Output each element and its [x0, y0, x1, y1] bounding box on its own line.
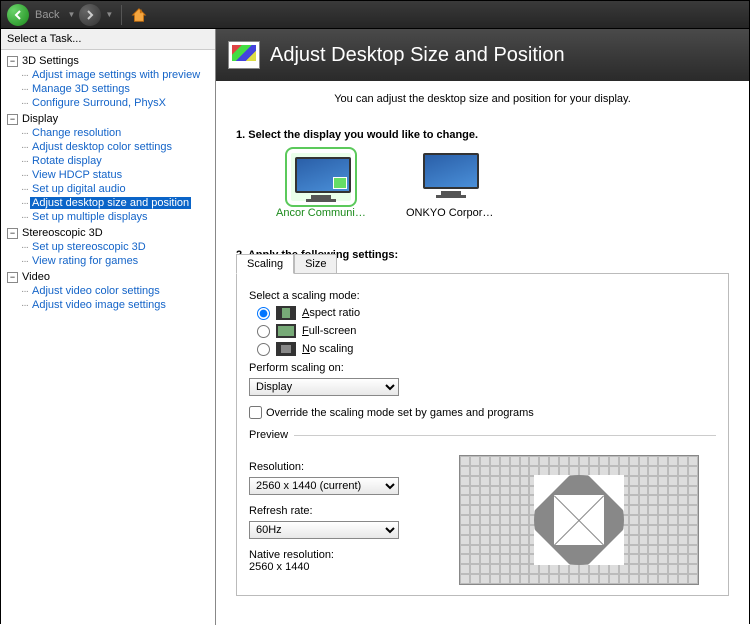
page-title-bar: Adjust Desktop Size and Position	[216, 29, 749, 81]
scaling-mode-radio[interactable]	[257, 307, 270, 320]
scaling-mode-icon	[276, 306, 296, 320]
tree-group-stereoscopic-3d[interactable]: −Stereoscopic 3D	[3, 226, 213, 240]
tree-item[interactable]: ···Set up multiple displays	[21, 210, 213, 224]
resolution-select[interactable]: 2560 x 1440 (current)	[249, 477, 399, 495]
tree-link[interactable]: Rotate display	[30, 155, 104, 167]
tree-link[interactable]: Adjust desktop color settings	[30, 141, 174, 153]
resolution-label: Resolution:	[249, 461, 429, 473]
scaling-mode-radio[interactable]	[257, 343, 270, 356]
tree-item[interactable]: ···Rotate display	[21, 154, 213, 168]
display-label: ONKYO Corporatio...	[406, 207, 496, 219]
scaling-mode-icon	[276, 342, 296, 356]
forward-dropdown-icon[interactable]: ▼	[105, 10, 113, 19]
scaling-mode-label: Aspect ratio	[302, 307, 360, 319]
scaling-mode-option[interactable]: Full-screen	[257, 324, 716, 338]
task-tree: −3D Settings···Adjust image settings wit…	[1, 50, 215, 318]
tree-item[interactable]: ···Adjust desktop color settings	[21, 140, 213, 154]
page-intro: You can adjust the desktop size and posi…	[236, 93, 729, 105]
back-button[interactable]	[7, 4, 29, 26]
tree-item[interactable]: ···Set up stereoscopic 3D	[21, 240, 213, 254]
collapse-icon[interactable]: −	[7, 56, 18, 67]
preview-pattern	[459, 455, 699, 585]
collapse-icon[interactable]: −	[7, 272, 18, 283]
perform-scaling-select[interactable]: Display	[249, 378, 399, 396]
tree-link[interactable]: Set up multiple displays	[30, 211, 150, 223]
task-sidebar: Select a Task... −3D Settings···Adjust i…	[1, 29, 216, 625]
step1-heading: 1. Select the display you would like to …	[236, 129, 729, 141]
override-checkbox[interactable]	[249, 406, 262, 419]
native-res-value: 2560 x 1440	[249, 561, 429, 573]
back-dropdown-icon[interactable]: ▼	[67, 10, 75, 19]
tree-item[interactable]: ···Configure Surround, PhysX	[21, 96, 213, 110]
refresh-select[interactable]: 60Hz	[249, 521, 399, 539]
scaling-mode-icon	[276, 324, 296, 338]
scaling-mode-radio[interactable]	[257, 325, 270, 338]
home-icon[interactable]	[130, 6, 148, 24]
tree-item[interactable]: ···Adjust desktop size and position	[21, 196, 213, 210]
tree-link[interactable]: Adjust image settings with preview	[30, 69, 202, 81]
sidebar-header: Select a Task...	[1, 29, 215, 50]
scaling-mode-option[interactable]: No scaling	[257, 342, 716, 356]
settings-panel: Scaling Size Select a scaling mode: Aspe…	[236, 273, 729, 596]
tree-group-display[interactable]: −Display	[3, 112, 213, 126]
collapse-icon[interactable]: −	[7, 228, 18, 239]
nav-toolbar: Back ▼ ▼	[1, 1, 749, 29]
tree-item[interactable]: ···Change resolution	[21, 126, 213, 140]
native-res-label: Native resolution:	[249, 549, 429, 561]
refresh-label: Refresh rate:	[249, 505, 429, 517]
tree-item[interactable]: ···Adjust image settings with preview	[21, 68, 213, 82]
display-item[interactable]: ONKYO Corporatio...	[406, 153, 496, 219]
tree-link[interactable]: Set up digital audio	[30, 183, 128, 195]
page-title-icon	[228, 41, 260, 69]
tree-link[interactable]: Adjust video color settings	[30, 285, 162, 297]
scaling-mode-label: Select a scaling mode:	[249, 290, 716, 302]
tree-item[interactable]: ···Set up digital audio	[21, 182, 213, 196]
content-pane: Adjust Desktop Size and Position You can…	[216, 29, 749, 625]
tree-link[interactable]: Set up stereoscopic 3D	[30, 241, 148, 253]
tree-link[interactable]: Change resolution	[30, 127, 123, 139]
toolbar-divider	[121, 5, 122, 25]
collapse-icon[interactable]: −	[7, 114, 18, 125]
tree-link[interactable]: View rating for games	[30, 255, 140, 267]
tree-group-3d-settings[interactable]: −3D Settings	[3, 54, 213, 68]
back-label: Back	[35, 9, 59, 21]
settings-tabs: Scaling Size	[236, 254, 337, 274]
tree-link[interactable]: View HDCP status	[30, 169, 124, 181]
tree-group-video[interactable]: −Video	[3, 270, 213, 284]
tree-link[interactable]: Adjust video image settings	[30, 299, 168, 311]
scaling-mode-label: Full-screen	[302, 325, 356, 337]
scaling-mode-label: No scaling	[302, 343, 353, 355]
tree-item[interactable]: ···Manage 3D settings	[21, 82, 213, 96]
preview-legend: Preview	[249, 429, 294, 441]
tree-item[interactable]: ···Adjust video image settings	[21, 298, 213, 312]
page-title: Adjust Desktop Size and Position	[270, 44, 565, 67]
tree-item[interactable]: ···View HDCP status	[21, 168, 213, 182]
display-item[interactable]: Ancor Communic...	[276, 153, 366, 219]
scaling-mode-option[interactable]: Aspect ratio	[257, 306, 716, 320]
forward-button[interactable]	[79, 4, 101, 26]
display-label: Ancor Communic...	[276, 207, 366, 219]
tree-link[interactable]: Configure Surround, PhysX	[30, 97, 168, 109]
tab-scaling[interactable]: Scaling	[236, 254, 294, 274]
tree-item[interactable]: ···Adjust video color settings	[21, 284, 213, 298]
tree-link[interactable]: Manage 3D settings	[30, 83, 132, 95]
perform-scaling-label: Perform scaling on:	[249, 362, 716, 374]
override-label: Override the scaling mode set by games a…	[266, 407, 534, 419]
display-list: Ancor Communic... ONKYO Corporatio...	[276, 153, 729, 219]
tab-size[interactable]: Size	[294, 254, 337, 274]
preview-fieldset: Preview Resolution: 2560 x 1440 (current…	[249, 429, 716, 585]
tree-item[interactable]: ···View rating for games	[21, 254, 213, 268]
tree-link[interactable]: Adjust desktop size and position	[30, 197, 191, 209]
